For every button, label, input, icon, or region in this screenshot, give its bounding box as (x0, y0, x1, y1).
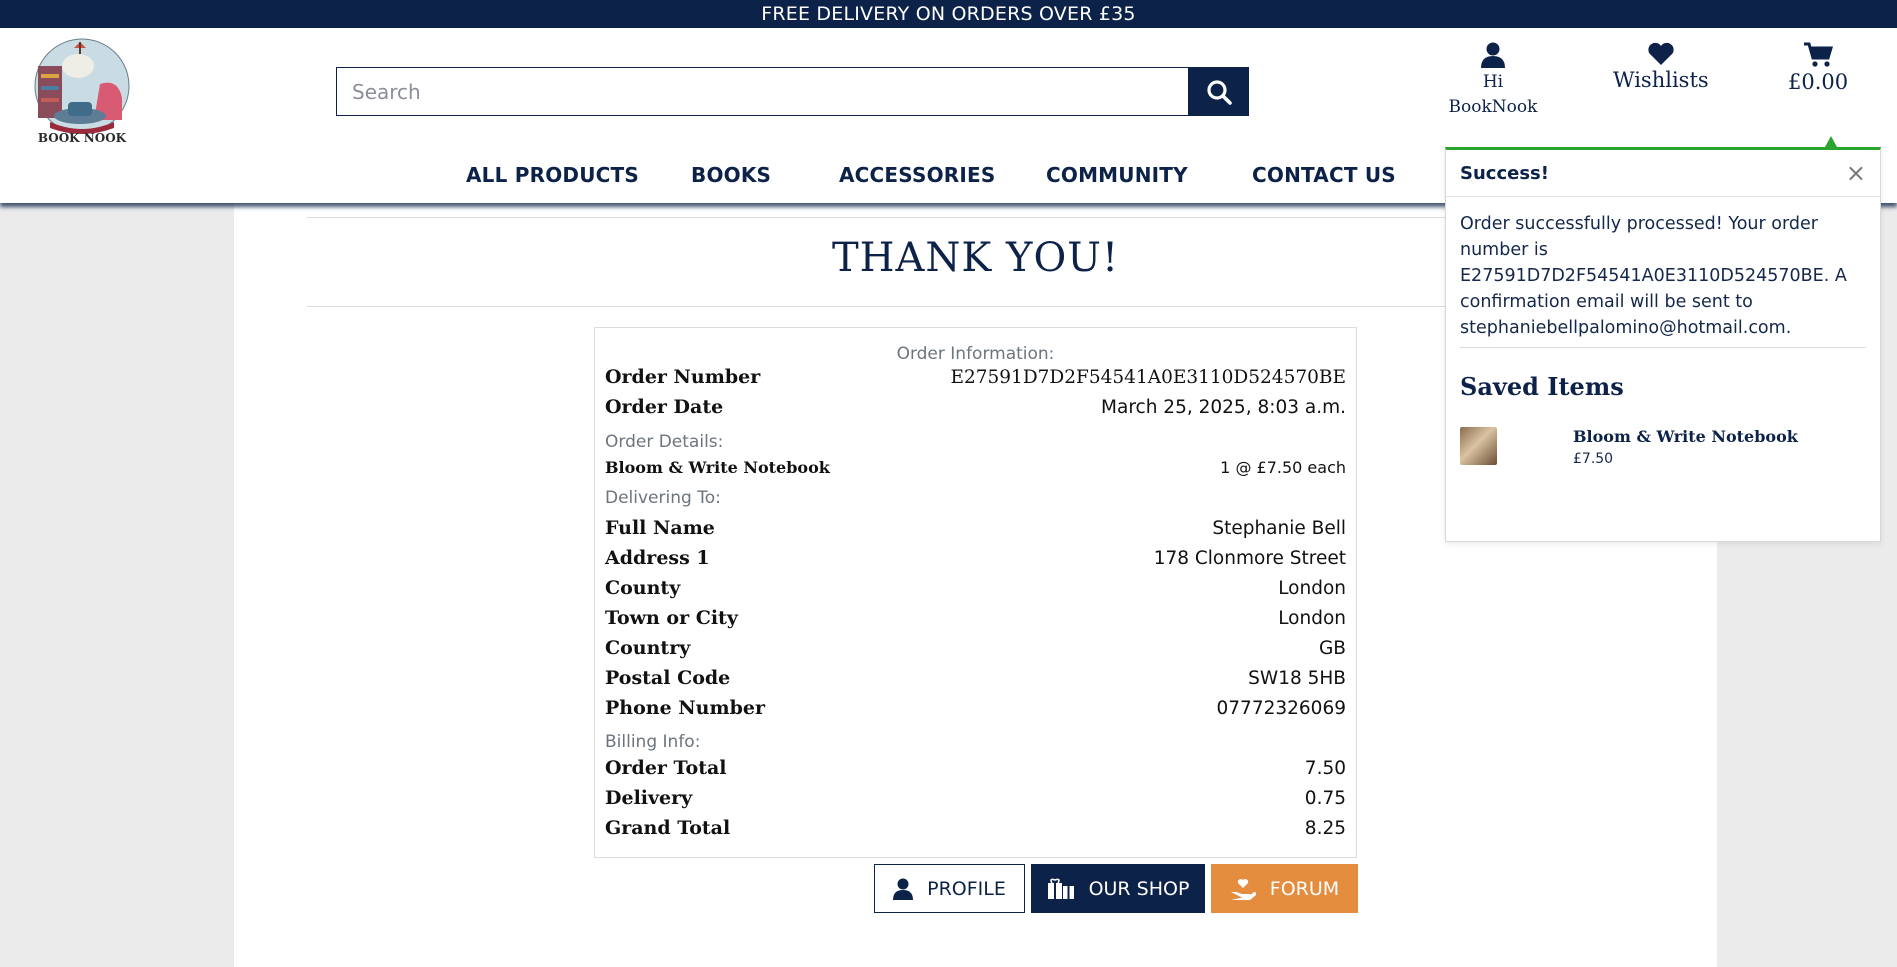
gifts-icon (1047, 878, 1074, 899)
cart-total: £0.00 (1788, 70, 1849, 94)
delivery-label: Address 1 (605, 547, 710, 569)
delivery-row: County London (605, 577, 1346, 599)
order-item-name: Bloom & Write Notebook (605, 458, 830, 477)
delivery-label: Country (605, 637, 691, 659)
order-date-row: Order Date March 25, 2025, 8:03 a.m. (605, 396, 1346, 418)
delivery-label: Town or City (605, 607, 738, 629)
logo-text: BOOK NOOK (38, 131, 127, 145)
search-input[interactable] (336, 67, 1188, 116)
delivery-value: 07772326069 (1216, 698, 1346, 719)
delivery-row: Phone Number 07772326069 (605, 697, 1346, 719)
billing-label: Order Total (605, 757, 727, 779)
saved-item-name[interactable]: Bloom & Write Notebook (1573, 427, 1798, 446)
order-number-row: Order Number E27591D7D2F54541A0E3110D524… (605, 366, 1346, 388)
delivery-value: London (1278, 578, 1346, 599)
toast-header: Success! × (1446, 150, 1880, 197)
billing-heading: Billing Info: (605, 732, 701, 752)
delivery-value: 178 Clonmore Street (1153, 548, 1346, 569)
success-toast: Success! × Order successfully processed!… (1445, 147, 1881, 542)
delivery-value: Stephanie Bell (1212, 518, 1346, 539)
saved-item[interactable]: Bloom & Write Notebook £7.50 (1460, 427, 1880, 467)
nav-books[interactable]: BOOKS (691, 163, 771, 187)
delivery-row: Full Name Stephanie Bell (605, 517, 1346, 539)
toast-message: Order successfully processed! Your order… (1460, 214, 1847, 338)
delivery-row: Postal Code SW18 5HB (605, 667, 1346, 689)
nav-community[interactable]: COMMUNITY (1046, 163, 1188, 187)
delivering-heading: Delivering To: (605, 488, 721, 508)
billing-value: 7.50 (1304, 758, 1346, 779)
order-date-value: March 25, 2025, 8:03 a.m. (1101, 397, 1346, 418)
close-icon[interactable]: × (1846, 161, 1866, 185)
product-thumbnail[interactable] (1460, 427, 1497, 465)
hand-holding-heart-icon (1230, 878, 1256, 900)
book-nook-logo[interactable]: BOOK NOOK (30, 36, 134, 148)
delivery-label: Full Name (605, 517, 715, 539)
delivery-value: GB (1318, 638, 1346, 659)
forum-button[interactable]: FORUM (1211, 864, 1358, 913)
billing-row: Grand Total 8.25 (605, 817, 1346, 839)
delivery-label: Phone Number (605, 697, 765, 719)
account-greeting: Hi (1482, 72, 1504, 92)
free-delivery-banner: FREE DELIVERY ON ORDERS OVER £35 (0, 0, 1897, 28)
search-bar (336, 67, 1249, 116)
search-icon (1206, 79, 1232, 105)
forum-button-label: FORUM (1269, 877, 1340, 900)
our-shop-button-label: OUR SHOP (1088, 877, 1190, 900)
user-icon (1481, 42, 1505, 68)
heart-icon (1648, 42, 1674, 65)
delivery-label: Postal Code (605, 667, 731, 689)
account-username: BookNook (1448, 97, 1538, 117)
billing-label: Delivery (605, 787, 693, 809)
order-item-row: Bloom & Write Notebook 1 @ £7.50 each (605, 458, 1346, 477)
profile-button-label: PROFILE (927, 877, 1006, 900)
delivery-row: Town or City London (605, 607, 1346, 629)
toast-arrow (1825, 136, 1837, 147)
delivery-row: Address 1 178 Clonmore Street (605, 547, 1346, 569)
order-details-heading: Order Details: (605, 432, 724, 452)
cart-icon (1804, 42, 1834, 67)
billing-label: Grand Total (605, 817, 731, 839)
cart-link[interactable]: £0.00 (1788, 42, 1848, 94)
order-item-quantity: 1 @ £7.50 each (1220, 458, 1346, 477)
billing-row: Order Total 7.50 (605, 757, 1346, 779)
billing-row: Delivery 0.75 (605, 787, 1346, 809)
delivery-value: SW18 5HB (1248, 668, 1346, 689)
search-button[interactable] (1188, 67, 1249, 116)
nav-accessories[interactable]: ACCESSORIES (839, 163, 996, 187)
order-summary: Order Information: Order Number E27591D7… (594, 327, 1357, 858)
delivery-value: London (1278, 608, 1346, 629)
order-number-label: Order Number (605, 366, 761, 388)
saved-item-price: £7.50 (1573, 451, 1614, 467)
divider (307, 217, 1644, 218)
our-shop-button[interactable]: OUR SHOP (1031, 864, 1205, 913)
delivery-row: Country GB (605, 637, 1346, 659)
order-number-value: E27591D7D2F54541A0E3110D524570BE (950, 367, 1346, 388)
profile-button[interactable]: PROFILE (874, 864, 1025, 913)
order-info-heading: Order Information: (896, 344, 1055, 364)
toast-title: Success! (1460, 162, 1549, 184)
nav-contact-us[interactable]: CONTACT US (1252, 163, 1396, 187)
user-icon (893, 878, 914, 900)
divider (307, 306, 1644, 307)
order-date-label: Order Date (605, 396, 724, 418)
account-link[interactable]: Hi BookNook (1442, 42, 1544, 120)
billing-value: 0.75 (1304, 788, 1346, 809)
saved-items-heading: Saved Items (1460, 372, 1624, 401)
delivery-label: County (605, 577, 681, 599)
billing-value: 8.25 (1304, 818, 1346, 839)
wishlists-label: Wishlists (1613, 68, 1709, 92)
wishlists-link[interactable]: Wishlists (1613, 42, 1709, 92)
nav-all-products[interactable]: ALL PRODUCTS (466, 163, 639, 187)
